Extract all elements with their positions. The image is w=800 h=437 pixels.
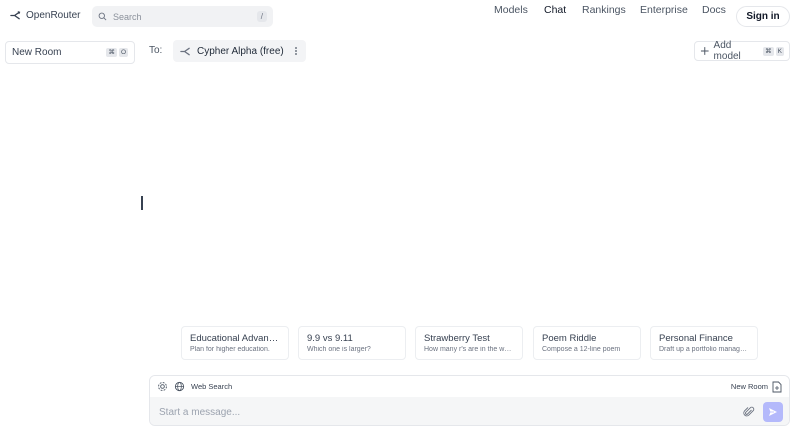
suggestion-title: 9.9 vs 9.11 — [307, 333, 353, 344]
suggestion-title: Strawberry Test — [424, 333, 490, 344]
suggestion-desc: Compose a 12-line poem — [542, 346, 621, 353]
search-bar[interactable]: / — [92, 6, 273, 27]
openrouter-logo-icon — [10, 11, 21, 20]
suggestion-desc: How many r's are in the word — [424, 346, 514, 353]
send-button[interactable] — [763, 402, 783, 422]
composer-input-row — [150, 397, 789, 425]
suggestion-card[interactable]: Strawberry Test How many r's are in the … — [415, 326, 523, 360]
suggestion-title: Poem Riddle — [542, 333, 597, 344]
web-search-toggle[interactable]: Web Search — [191, 382, 232, 391]
model-selector-chip[interactable]: Cypher Alpha (free) — [173, 40, 306, 62]
add-model-label: Add model — [713, 40, 741, 62]
more-vertical-icon[interactable] — [293, 45, 299, 57]
nav-models[interactable]: Models — [494, 4, 528, 16]
room-label: New Room — [12, 47, 62, 58]
message-composer: Web Search New Room — [149, 375, 790, 426]
suggestion-title: Educational Advanc... — [190, 333, 280, 344]
brand-name: OpenRouter — [26, 10, 81, 21]
suggestion-card[interactable]: Personal Finance Draft up a portfolio ma… — [650, 326, 758, 360]
settings-icon[interactable] — [157, 381, 168, 392]
composer-toolbar: Web Search New Room — [150, 376, 789, 397]
text-cursor — [141, 196, 143, 210]
room-item-new-room[interactable]: New Room ⌘ O — [5, 41, 135, 64]
brand-link[interactable]: OpenRouter — [10, 10, 80, 21]
suggestion-card[interactable]: 9.9 vs 9.11 Which one is larger? — [298, 326, 406, 360]
openrouter-model-icon — [180, 47, 190, 55]
suggestion-title: Personal Finance — [659, 333, 733, 344]
suggestion-desc: Draft up a portfolio manage... — [659, 346, 749, 353]
shortcut-key-o: O — [118, 48, 128, 57]
new-document-icon — [772, 381, 782, 392]
new-room-label: New Room — [730, 382, 768, 391]
plus-icon — [700, 47, 709, 55]
send-icon — [769, 408, 777, 416]
shortcut-key-cmd: ⌘ — [106, 48, 117, 57]
sign-in-button[interactable]: Sign in — [736, 6, 790, 27]
shortcut-key-cmd: ⌘ — [763, 46, 774, 56]
model-name: Cypher Alpha (free) — [197, 45, 284, 57]
add-model-button[interactable]: Add model ⌘ K — [694, 40, 790, 62]
suggestion-desc: Which one is larger? — [307, 346, 371, 353]
suggestion-desc: Plan for higher education. — [190, 346, 270, 353]
new-room-action[interactable]: New Room — [731, 381, 782, 393]
search-icon — [98, 12, 107, 21]
paperclip-icon[interactable] — [743, 406, 755, 418]
nav-enterprise[interactable]: Enterprise — [640, 4, 688, 16]
suggestion-card[interactable]: Poem Riddle Compose a 12-line poem — [533, 326, 641, 360]
nav-rankings[interactable]: Rankings — [582, 4, 626, 16]
search-shortcut: / — [256, 11, 267, 22]
to-label: To: — [149, 45, 163, 56]
search-input[interactable] — [113, 11, 243, 22]
message-input[interactable] — [159, 406, 719, 418]
top-header: OpenRouter / Models Chat Rankings Enterp… — [0, 0, 800, 33]
globe-icon[interactable] — [174, 381, 185, 392]
suggestion-card[interactable]: Educational Advanc... Plan for higher ed… — [181, 326, 289, 360]
nav-docs[interactable]: Docs — [702, 4, 726, 16]
nav-chat[interactable]: Chat — [544, 4, 566, 16]
add-model-shortcut: ⌘ K — [763, 46, 784, 56]
shortcut-key-k: K — [775, 46, 784, 56]
room-shortcut: ⌘ O — [106, 48, 128, 57]
